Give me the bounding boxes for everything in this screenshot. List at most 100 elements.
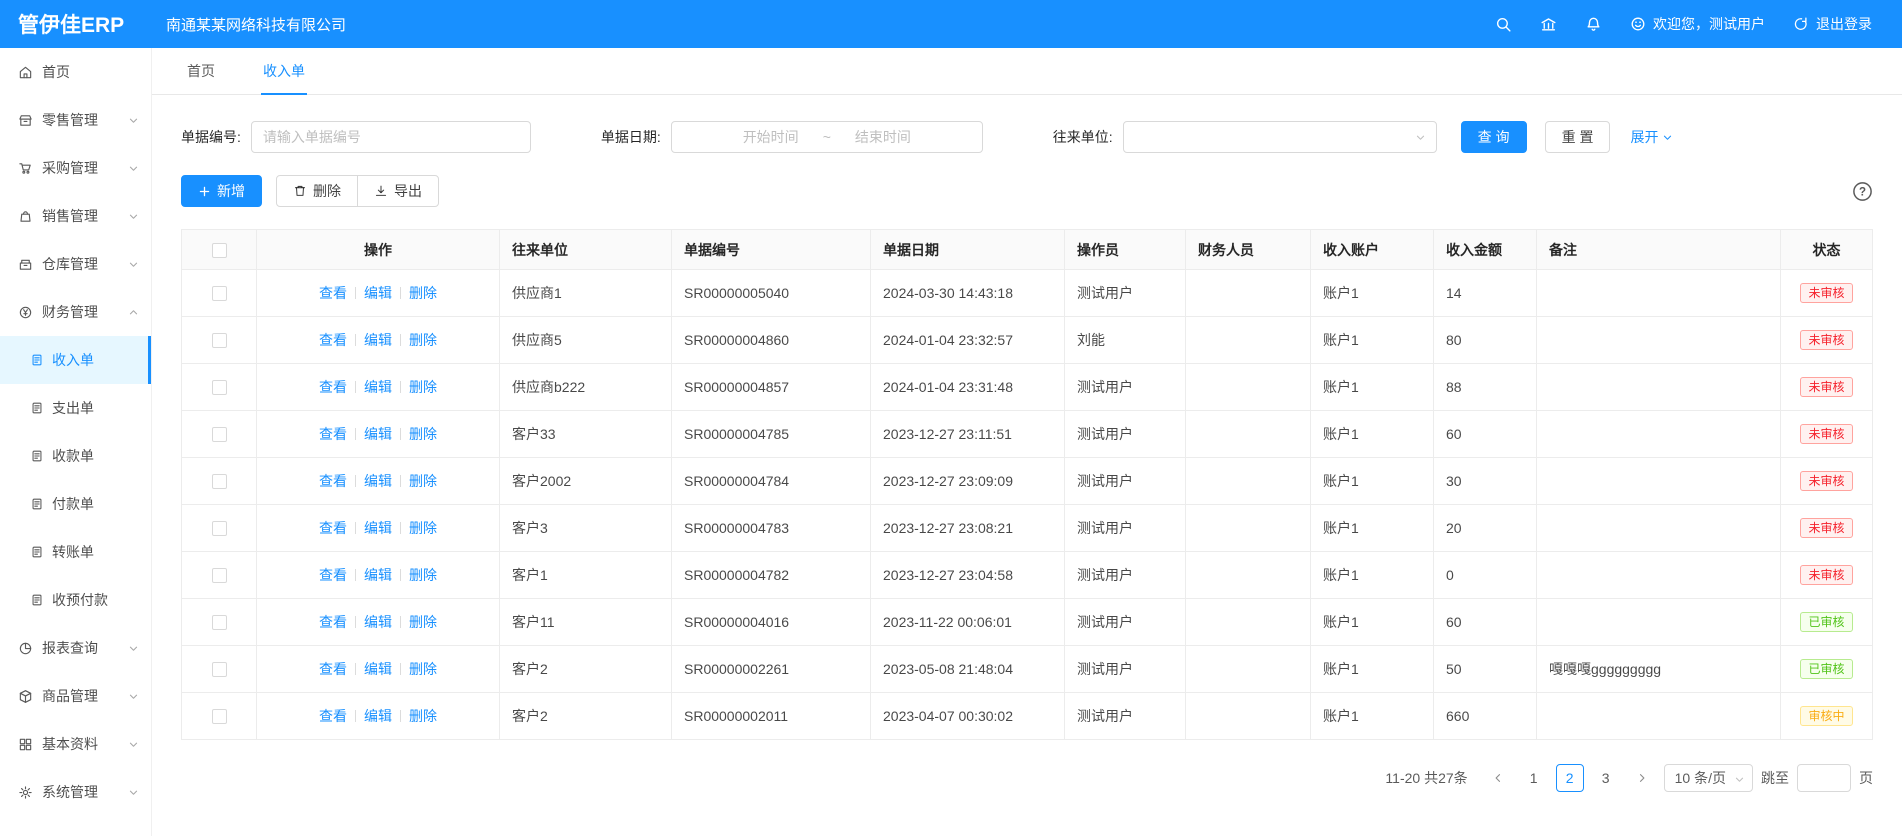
cell-remark bbox=[1537, 552, 1781, 599]
edit-link[interactable]: 编辑 bbox=[364, 661, 392, 677]
expand-link[interactable]: 展开 bbox=[1630, 127, 1673, 147]
tab-income[interactable]: 收入单 bbox=[261, 48, 307, 95]
sidebar-item-basic[interactable]: 基本资料 bbox=[0, 720, 151, 768]
bank-icon[interactable] bbox=[1540, 16, 1557, 33]
edit-link[interactable]: 编辑 bbox=[364, 379, 392, 395]
help-icon[interactable]: ? bbox=[1852, 181, 1873, 202]
delete-link[interactable]: 删除 bbox=[409, 332, 437, 348]
view-link[interactable]: 查看 bbox=[319, 661, 347, 677]
row-checkbox[interactable] bbox=[212, 427, 227, 442]
delete-link[interactable]: 删除 bbox=[409, 285, 437, 301]
sidebar-item-transfer[interactable]: 转账单 bbox=[0, 528, 151, 576]
welcome-user[interactable]: 欢迎您，测试用户 bbox=[1630, 14, 1765, 34]
delete-link[interactable]: 删除 bbox=[409, 379, 437, 395]
sidebar-item-report[interactable]: 报表查询 bbox=[0, 624, 151, 672]
cell-operator: 测试用户 bbox=[1065, 270, 1186, 317]
edit-link[interactable]: 编辑 bbox=[364, 708, 392, 724]
page-size-select[interactable]: 10 条/页 bbox=[1664, 764, 1753, 792]
select-all-checkbox[interactable] bbox=[212, 243, 227, 258]
bill-no-input[interactable] bbox=[251, 121, 531, 153]
cell-remark bbox=[1537, 411, 1781, 458]
row-checkbox[interactable] bbox=[212, 286, 227, 301]
row-checkbox[interactable] bbox=[212, 709, 227, 724]
sidebar-item-warehouse[interactable]: 仓库管理 bbox=[0, 240, 151, 288]
cell-status: 未审核 bbox=[1781, 505, 1873, 552]
action-divider bbox=[400, 569, 401, 581]
edit-link[interactable]: 编辑 bbox=[364, 614, 392, 630]
delete-link[interactable]: 删除 bbox=[409, 473, 437, 489]
row-checkbox[interactable] bbox=[212, 333, 227, 348]
reset-button[interactable]: 重 置 bbox=[1545, 121, 1611, 153]
sidebar-item-income[interactable]: 收入单 bbox=[0, 336, 151, 384]
cell-operator: 测试用户 bbox=[1065, 693, 1186, 740]
sidebar-item-home[interactable]: 首页 bbox=[0, 48, 151, 96]
view-link[interactable]: 查看 bbox=[319, 567, 347, 583]
edit-link[interactable]: 编辑 bbox=[364, 426, 392, 442]
pagination: 11-20 共27条12310 条/页跳至页 bbox=[181, 764, 1873, 792]
edit-link[interactable]: 编辑 bbox=[364, 567, 392, 583]
row-checkbox[interactable] bbox=[212, 521, 227, 536]
sidebar-item-finance[interactable]: 财务管理 bbox=[0, 288, 151, 336]
edit-link[interactable]: 编辑 bbox=[364, 473, 392, 489]
row-checkbox[interactable] bbox=[212, 615, 227, 630]
edit-link[interactable]: 编辑 bbox=[364, 520, 392, 536]
prev-page-icon[interactable] bbox=[1484, 764, 1512, 792]
view-link[interactable]: 查看 bbox=[319, 332, 347, 348]
edit-link[interactable]: 编辑 bbox=[364, 285, 392, 301]
row-checkbox[interactable] bbox=[212, 474, 227, 489]
delete-link[interactable]: 删除 bbox=[409, 567, 437, 583]
sidebar-item-receipt[interactable]: 收款单 bbox=[0, 432, 151, 480]
sidebar-item-advance[interactable]: 收预付款 bbox=[0, 576, 151, 624]
sidebar-item-payment[interactable]: 付款单 bbox=[0, 480, 151, 528]
sidebar-item-system[interactable]: 系统管理 bbox=[0, 768, 151, 816]
sidebar-menu: 首页零售管理采购管理销售管理仓库管理财务管理收入单支出单收款单付款单转账单收预付… bbox=[0, 48, 151, 816]
sidebar-item-purchase[interactable]: 采购管理 bbox=[0, 144, 151, 192]
search-icon[interactable] bbox=[1495, 16, 1512, 33]
app-root: 管伊佳ERP 南通某某网络科技有限公司 欢迎您，测试用户 退出登录 首页零售管理… bbox=[0, 0, 1902, 836]
sidebar-item-expense[interactable]: 支出单 bbox=[0, 384, 151, 432]
partner-select[interactable] bbox=[1123, 121, 1437, 153]
add-button[interactable]: 新增 bbox=[181, 175, 262, 207]
edit-link[interactable]: 编辑 bbox=[364, 332, 392, 348]
table-row: 查看编辑删除供应商1SR000000050402024-03-30 14:43:… bbox=[182, 270, 1873, 317]
status-badge: 审核中 bbox=[1800, 706, 1852, 726]
cell-bill-no: SR00000002011 bbox=[672, 693, 871, 740]
logout-button[interactable]: 退出登录 bbox=[1793, 14, 1872, 34]
view-link[interactable]: 查看 bbox=[319, 379, 347, 395]
next-page-icon[interactable] bbox=[1628, 764, 1656, 792]
page-2[interactable]: 2 bbox=[1556, 764, 1584, 792]
date-range-picker[interactable]: 开始时间 ~ 结束时间 bbox=[671, 121, 983, 153]
row-checkbox[interactable] bbox=[212, 662, 227, 677]
bell-icon[interactable] bbox=[1585, 16, 1602, 33]
jump-input[interactable] bbox=[1797, 764, 1851, 792]
query-button[interactable]: 查 询 bbox=[1461, 121, 1527, 153]
delete-link[interactable]: 删除 bbox=[409, 708, 437, 724]
view-link[interactable]: 查看 bbox=[319, 426, 347, 442]
delete-link[interactable]: 删除 bbox=[409, 661, 437, 677]
view-link[interactable]: 查看 bbox=[319, 614, 347, 630]
cell-actions: 查看 编辑 删除 bbox=[257, 458, 500, 505]
sidebar-item-sales[interactable]: 销售管理 bbox=[0, 192, 151, 240]
cell-actions: 查看 编辑 删除 bbox=[257, 411, 500, 458]
view-link[interactable]: 查看 bbox=[319, 285, 347, 301]
sidebar-item-retail[interactable]: 零售管理 bbox=[0, 96, 151, 144]
page-1[interactable]: 1 bbox=[1520, 764, 1548, 792]
delete-button[interactable]: 删除 bbox=[276, 175, 358, 207]
view-link[interactable]: 查看 bbox=[319, 520, 347, 536]
cell-date: 2023-12-27 23:11:51 bbox=[871, 411, 1065, 458]
sidebar-item-product[interactable]: 商品管理 bbox=[0, 672, 151, 720]
income-table: 操作往来单位单据编号单据日期操作员财务人员收入账户收入金额备注状态 查看编辑删除… bbox=[181, 229, 1873, 740]
row-checkbox[interactable] bbox=[212, 568, 227, 583]
row-checkbox[interactable] bbox=[212, 380, 227, 395]
tab-home[interactable]: 首页 bbox=[185, 48, 217, 95]
cell-amount: 80 bbox=[1434, 317, 1537, 364]
delete-link[interactable]: 删除 bbox=[409, 520, 437, 536]
page-3[interactable]: 3 bbox=[1592, 764, 1620, 792]
export-button[interactable]: 导出 bbox=[357, 175, 439, 207]
delete-link[interactable]: 删除 bbox=[409, 614, 437, 630]
delete-link[interactable]: 删除 bbox=[409, 426, 437, 442]
view-link[interactable]: 查看 bbox=[319, 708, 347, 724]
cell-account: 账户1 bbox=[1311, 599, 1434, 646]
jump-label: 跳至 bbox=[1761, 768, 1789, 788]
view-link[interactable]: 查看 bbox=[319, 473, 347, 489]
